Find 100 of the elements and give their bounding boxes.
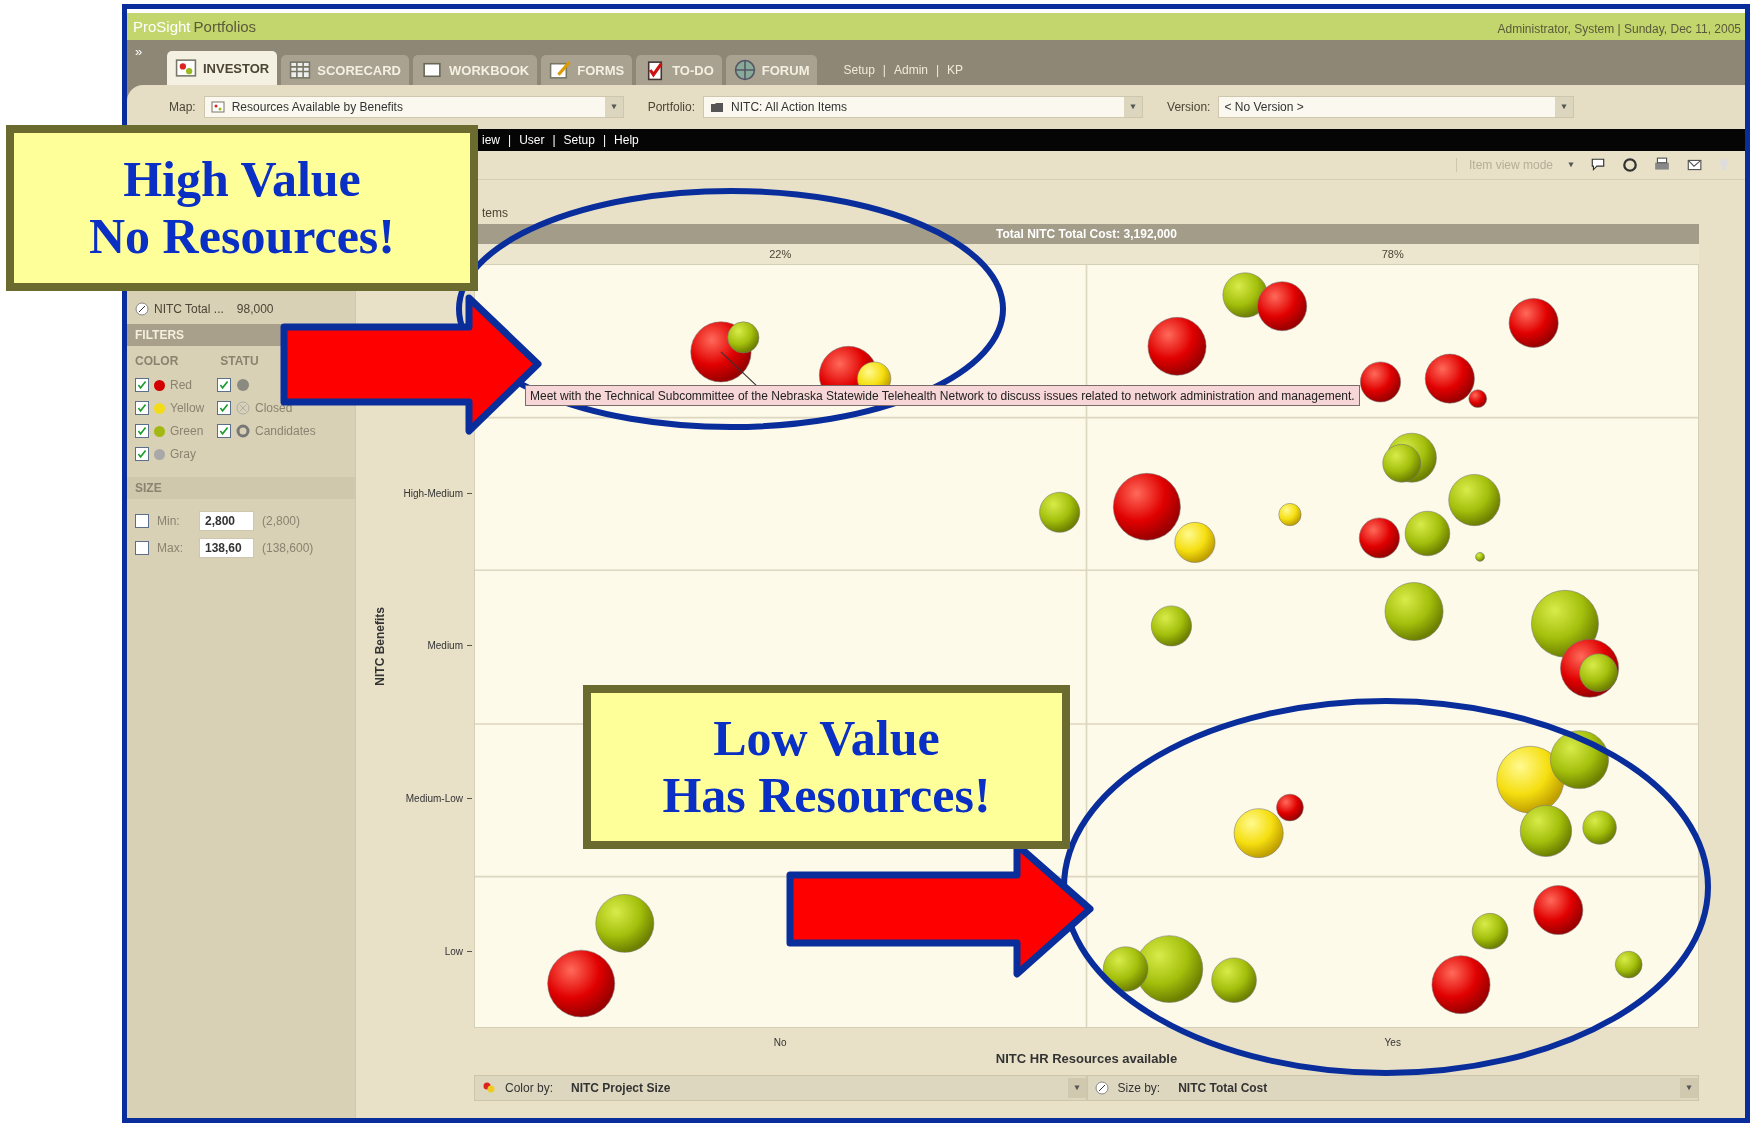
chart-caption: tems: [482, 206, 508, 220]
range-text: (2,800): [262, 513, 301, 528]
axis-title: NITC HR Resources available: [994, 1051, 1179, 1068]
bubble[interactable]: [547, 949, 615, 1018]
ring-icon: [236, 424, 250, 438]
axis-tick-label: High-Medium: [403, 487, 463, 499]
legend-label: NITC Total ...: [154, 302, 224, 316]
bubble[interactable]: [1103, 946, 1149, 992]
checkmark-icon: [137, 449, 147, 459]
bubble[interactable]: [727, 321, 760, 354]
dropdown-field[interactable]: NITC: All Action Items: [703, 96, 1144, 118]
caret-icon: [1072, 1085, 1081, 1091]
legend-value: 98,000: [236, 302, 274, 316]
crossed-circle-icon: [236, 401, 250, 415]
column-heading: STATU: [220, 354, 259, 368]
print-icon: [1653, 157, 1671, 173]
user-info: Administrator, System | Sunday, Dec 11, 2005: [1497, 22, 1741, 36]
mail-icon: [1685, 157, 1703, 173]
grid-icon: [289, 59, 312, 81]
tooltip: Meet with the Technical Subcommittee of the Nebraska Statewide Telehealth Network to discuss issues related to network administration and management.: [525, 385, 1360, 406]
selector-label: Map:: [169, 100, 196, 114]
input-field[interactable]: 138,60: [199, 537, 254, 558]
bubble[interactable]: [1113, 473, 1181, 541]
callout-text: Low Value: [713, 709, 940, 767]
chart-board-icon: [175, 57, 197, 79]
menu-item[interactable]: Help: [614, 133, 639, 147]
menu-item[interactable]: iew: [482, 133, 500, 147]
selector-label: Portfolio:: [647, 100, 696, 114]
range-text: (138,600): [262, 540, 314, 555]
dropdown-field[interactable]: Color by: NITC Project Size: [474, 1075, 1087, 1101]
field-label: Min:: [157, 513, 181, 528]
resize-icon: [135, 302, 149, 316]
checkbox[interactable]: [217, 401, 231, 415]
checkmark-icon: [137, 380, 147, 390]
bubble[interactable]: [1222, 272, 1268, 318]
field-label: Max:: [157, 540, 184, 555]
color-balls-icon: [481, 1081, 497, 1095]
filter-label: Yellow: [170, 401, 205, 415]
filter-label: Closed: [255, 401, 293, 415]
menu-item[interactable]: User: [519, 133, 545, 147]
axis-tick-label: Medium: [427, 640, 463, 652]
input-field[interactable]: 2,800: [199, 510, 254, 531]
axis-tick-label: Medium-Low: [405, 793, 463, 805]
bubble[interactable]: [1147, 317, 1207, 376]
separator: |: [508, 133, 512, 147]
filter-label: Gray: [170, 447, 196, 461]
dropdown-field[interactable]: < No Version >: [1218, 96, 1575, 118]
checkmark-icon: [219, 426, 229, 436]
axis-title: NITC Benefits: [372, 606, 387, 686]
bubble[interactable]: [1533, 885, 1584, 935]
bubble[interactable]: [1360, 361, 1401, 403]
globe-icon: [733, 59, 756, 81]
checkbox[interactable]: [217, 378, 231, 392]
app-logo: ProSight Portfolios: [133, 18, 257, 36]
separator: |: [935, 63, 940, 77]
bubble[interactable]: [1276, 793, 1304, 822]
callout-text: High Value: [123, 150, 361, 208]
bubble[interactable]: [1579, 653, 1618, 692]
bubble[interactable]: [1424, 353, 1475, 404]
checkmark-icon: [137, 426, 147, 436]
bubble[interactable]: [1431, 955, 1491, 1014]
checkmark-icon: [219, 380, 229, 390]
caret-icon: [1567, 162, 1575, 168]
bubble[interactable]: [1359, 517, 1400, 559]
separator: |: [882, 63, 886, 77]
nav-tab[interactable]: INVESTOR: [167, 51, 278, 85]
caret-icon: [609, 104, 618, 110]
bubble[interactable]: [1257, 281, 1307, 331]
checkbox[interactable]: [135, 513, 149, 528]
separator: |: [552, 133, 556, 147]
checkbox[interactable]: [217, 424, 231, 438]
checkbox[interactable]: [135, 447, 149, 461]
column-heading: COLOR: [135, 354, 179, 368]
dropdown-field[interactable]: Resources Available by Benefits: [203, 96, 624, 118]
column-share: 22%: [768, 247, 793, 262]
expand-toggle[interactable]: »: [135, 44, 163, 59]
bubble[interactable]: [1508, 298, 1559, 348]
filter-label: Green: [170, 424, 204, 438]
filter-label: Red: [170, 378, 192, 392]
column-share: 78%: [1380, 247, 1405, 262]
dropdown-field[interactable]: Size by: NITC Total Cost: [1086, 1075, 1699, 1101]
axis-tick-label: No: [772, 1036, 788, 1050]
menu-item[interactable]: Setup: [563, 133, 595, 147]
pencil-form-icon: [549, 59, 572, 81]
checkbox[interactable]: [135, 424, 149, 438]
checkmark-icon: [137, 403, 147, 413]
checkmark-icon: [219, 403, 229, 413]
checkbox[interactable]: [135, 378, 149, 392]
comment-icon: [1589, 157, 1607, 173]
checkbox[interactable]: [135, 401, 149, 415]
sphere-icon: [236, 378, 250, 392]
checkbox[interactable]: [135, 540, 149, 555]
folder-icon: [709, 100, 726, 114]
bubble[interactable]: [1550, 730, 1609, 789]
bubble[interactable]: [1468, 389, 1487, 408]
caret-icon: [1129, 104, 1138, 110]
filter-label: Candidates: [255, 424, 316, 438]
resize-icon: [1093, 1081, 1110, 1095]
axis-tick-label: Yes: [1383, 1036, 1402, 1050]
axis-tick-label: Low: [444, 946, 463, 958]
